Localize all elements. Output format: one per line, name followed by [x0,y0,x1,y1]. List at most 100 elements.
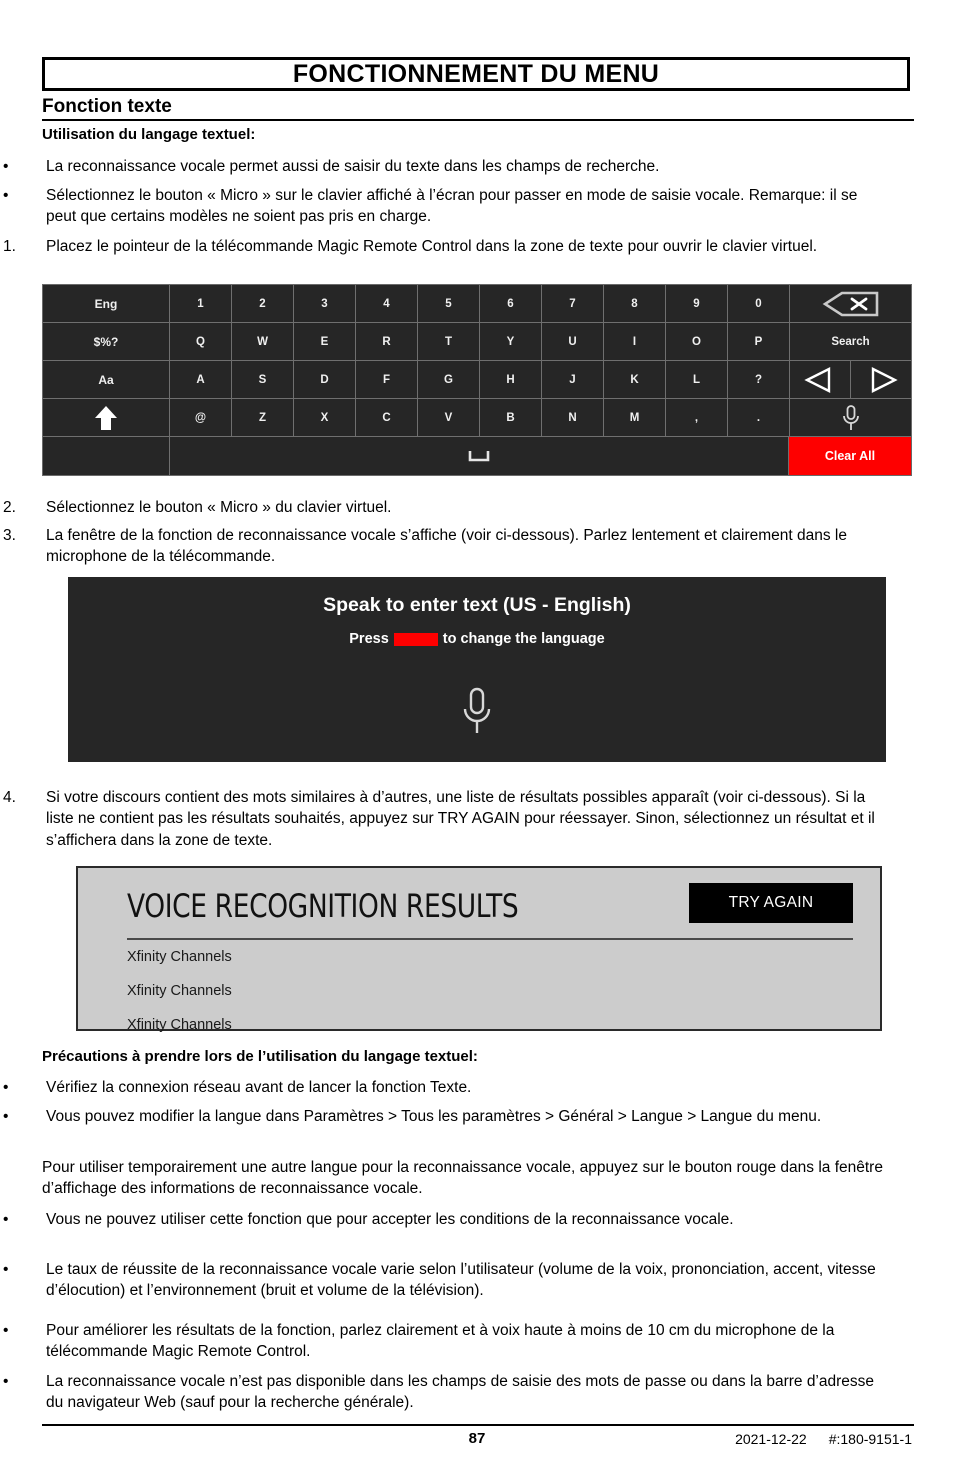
speak-window-mic [68,685,886,737]
key-b[interactable]: B [480,399,542,437]
list-text: Sélectionnez le bouton « Micro » du clav… [46,499,392,516]
key-h[interactable]: H [480,361,542,399]
list-text: Vous ne pouvez utiliser cette fonction q… [46,1211,734,1228]
key-backspace[interactable] [790,285,911,323]
arrow-right-icon [865,366,899,393]
voice-results-heading: VOICE RECOGNITION RESULTS [127,887,519,925]
key-case-toggle[interactable]: Aa [43,361,170,399]
backspace-icon [822,291,880,317]
list-text: Pour améliorer les résultats de la fonct… [46,1322,835,1361]
key-period[interactable]: . [728,399,790,437]
keyboard-row-zxcv: @ Z X C V B N M , . [43,399,911,437]
key-y[interactable]: Y [480,323,542,361]
key-t[interactable]: T [418,323,480,361]
key-4[interactable]: 4 [356,285,418,323]
key-k[interactable]: K [604,361,666,399]
key-c[interactable]: C [356,399,418,437]
key-z[interactable]: Z [232,399,294,437]
key-5[interactable]: 5 [418,285,480,323]
key-w[interactable]: W [232,323,294,361]
shift-up-arrow-icon [93,403,119,433]
try-again-button[interactable]: TRY AGAIN [689,883,853,923]
key-7[interactable]: 7 [542,285,604,323]
key-l[interactable]: L [666,361,728,399]
list-marker: • [3,1211,9,1228]
key-8[interactable]: 8 [604,285,666,323]
list-marker: • [3,158,9,175]
footer-divider [42,1424,914,1426]
list-text: Le taux de réussite de la reconnaissance… [46,1261,876,1300]
keyboard-row-asdf: Aa A S D F G H J K L ? [43,361,912,399]
keyboard-row-numbers: Eng 1 2 3 4 5 6 7 8 9 0 [43,285,911,323]
key-clear-all[interactable]: Clear All [789,437,911,475]
speak-subtitle-prefix: Press [349,631,389,647]
key-x[interactable]: X [294,399,356,437]
key-o[interactable]: O [666,323,728,361]
list-item: • La reconnaissance vocale n’est pas dis… [0,1371,876,1414]
list-text: La fenêtre de la fonction de reconnaissa… [46,527,847,566]
list-marker: 3. [3,527,16,544]
section-title: Fonction texte [42,96,172,117]
key-question[interactable]: ? [728,361,790,399]
key-m[interactable]: M [604,399,666,437]
intro-subhead: Utilisation du langage textuel: [42,126,256,143]
key-shift[interactable] [43,399,170,437]
key-f[interactable]: F [356,361,418,399]
list-marker: • [3,1079,9,1096]
list-item: • Vérifiez la connexion réseau avant de … [0,1077,876,1098]
list-text: Placez le pointeur de la télécommande Ma… [46,238,818,255]
list-item: • Vous pouvez modifier la langue dans Pa… [0,1106,876,1127]
list-item: 1. Placez le pointeur de la télécommande… [0,236,876,257]
key-arrow-group [790,361,912,399]
key-j[interactable]: J [542,361,604,399]
key-at[interactable]: @ [170,399,232,437]
key-0[interactable]: 0 [728,285,790,323]
virtual-keyboard[interactable]: Eng 1 2 3 4 5 6 7 8 9 0 $%? Q W E R T Y … [42,284,912,476]
key-r[interactable]: R [356,323,418,361]
list-text: Si votre discours contient des mots simi… [46,789,875,849]
space-bar-icon [467,449,491,463]
key-arrow-left[interactable] [790,361,851,399]
list-item[interactable]: Xfinity Channels [127,949,232,965]
key-comma[interactable]: , [666,399,728,437]
list-text: La reconnaissance vocale n’est pas dispo… [46,1373,875,1412]
list-item: • Le taux de réussite de la reconnaissan… [0,1259,876,1302]
key-language-eng[interactable]: Eng [43,285,170,323]
list-item[interactable]: Xfinity Channels [127,1017,232,1033]
key-e[interactable]: E [294,323,356,361]
key-space[interactable] [170,437,789,475]
speak-window-subtitle: Press to change the language [68,631,886,647]
key-s[interactable]: S [232,361,294,399]
key-9[interactable]: 9 [666,285,728,323]
list-item: 3. La fenêtre de la fonction de reconnai… [0,525,876,568]
key-n[interactable]: N [542,399,604,437]
speak-window-title: Speak to enter text (US - English) [323,594,631,616]
key-1[interactable]: 1 [170,285,232,323]
list-marker: • [3,187,9,204]
key-6[interactable]: 6 [480,285,542,323]
footer-doc-id: #:180-9151-1 [828,1431,912,1447]
key-q[interactable]: Q [170,323,232,361]
key-v[interactable]: V [418,399,480,437]
list-item: • Vous ne pouvez utiliser cette fonction… [0,1209,876,1230]
key-symbols[interactable]: $%? [43,323,170,361]
key-microphone[interactable] [790,399,911,437]
key-a[interactable]: A [170,361,232,399]
voice-recognition-results-panel: VOICE RECOGNITION RESULTS TRY AGAIN Xfin… [76,866,882,1033]
key-i[interactable]: I [604,323,666,361]
list-item[interactable]: Xfinity Channels [127,983,232,999]
key-2[interactable]: 2 [232,285,294,323]
speak-to-enter-text-window: Speak to enter text (US - English) Press… [68,577,886,762]
list-text: Vous pouvez modifier la langue dans Para… [46,1108,822,1125]
speak-subtitle-suffix: to change the language [442,631,605,647]
key-d[interactable]: D [294,361,356,399]
key-g[interactable]: G [418,361,480,399]
list-item: 2. Sélectionnez le bouton « Micro » du c… [0,497,876,518]
key-arrow-right[interactable] [851,361,912,399]
header-divider [42,119,914,121]
key-p[interactable]: P [728,323,790,361]
key-3[interactable]: 3 [294,285,356,323]
key-u[interactable]: U [542,323,604,361]
key-search[interactable]: Search [790,323,911,361]
keyboard-row-qwerty: $%? Q W E R T Y U I O P Search [43,323,911,361]
